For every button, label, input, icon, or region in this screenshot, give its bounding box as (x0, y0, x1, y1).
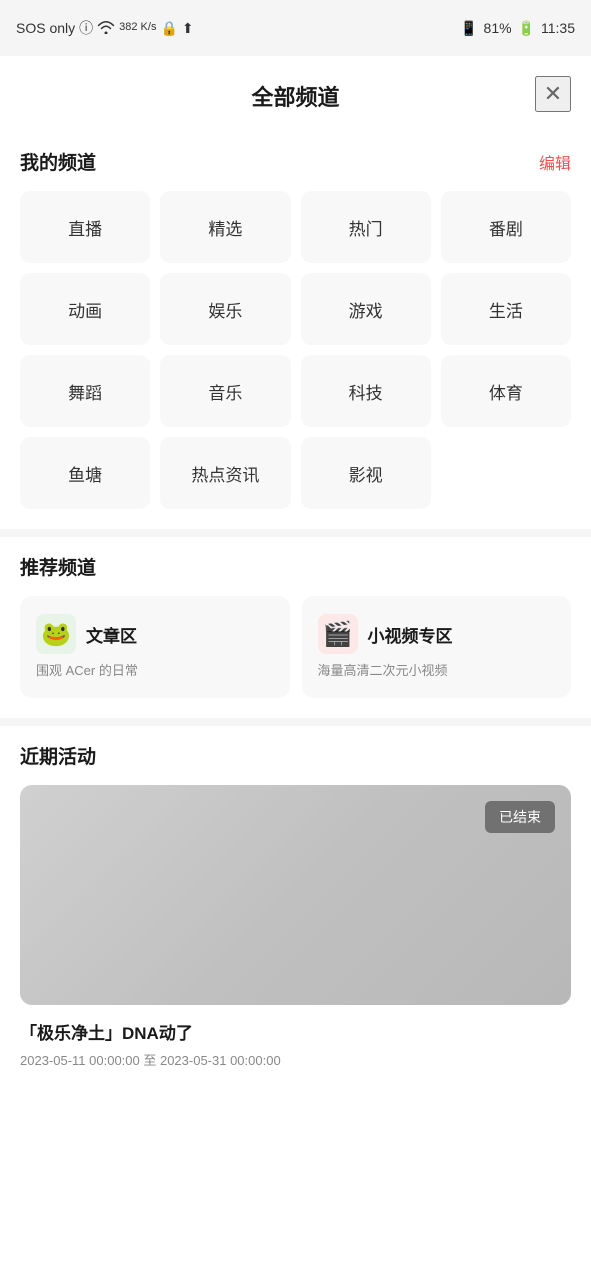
activity-name: 「极乐净土」DNA动了 (20, 1019, 571, 1044)
battery-icon: 🔋 (518, 20, 535, 37)
recommended-card-header: 🎬 小视频专区 (318, 614, 556, 654)
channel-item[interactable]: 娱乐 (160, 273, 290, 345)
status-bar: SOS only ⓘ 382 K/s 🔒 ⬆ 📱 81% 🔋 11:35 (0, 0, 591, 56)
channel-item[interactable]: 精选 (160, 191, 290, 263)
my-channels-section: 我的频道 编辑 直播精选热门番剧动画娱乐游戏生活舞蹈音乐科技体育鱼塘热点资讯影视 (0, 132, 591, 529)
rec-icon: 🐸 (36, 614, 76, 654)
recommended-section: 推荐频道 🐸 文章区围观 ACer 的日常 🎬 小视频专区海量高清二次元小视频 (0, 537, 591, 718)
main-content: 全部频道 ✕ 我的频道 编辑 直播精选热门番剧动画娱乐游戏生活舞蹈音乐科技体育鱼… (0, 56, 591, 1280)
recommended-card[interactable]: 🎬 小视频专区海量高清二次元小视频 (302, 596, 572, 698)
warning-icon: ⓘ (79, 18, 93, 38)
sim-icon: 📱 (460, 20, 477, 37)
divider-1 (0, 529, 591, 537)
channel-grid: 直播精选热门番剧动画娱乐游戏生活舞蹈音乐科技体育鱼塘热点资讯影视 (20, 191, 571, 509)
rec-title: 文章区 (86, 622, 137, 647)
my-channels-title: 我的频道 (20, 148, 96, 175)
status-left: SOS only ⓘ 382 K/s 🔒 ⬆ (16, 18, 194, 38)
channel-item[interactable]: 鱼塘 (20, 437, 150, 509)
recommended-header: 推荐频道 (20, 537, 571, 580)
channel-item[interactable]: 影视 (301, 437, 431, 509)
rec-icon: 🎬 (318, 614, 358, 654)
divider-2 (0, 718, 591, 726)
activity-info: 「极乐净土」DNA动了 2023-05-11 00:00:00 至 2023-0… (20, 1005, 571, 1075)
channel-item[interactable]: 动画 (20, 273, 150, 345)
channel-item[interactable]: 番剧 (441, 191, 571, 263)
my-channels-header: 我的频道 编辑 (20, 132, 571, 175)
rec-title: 小视频专区 (368, 622, 453, 647)
channel-item[interactable]: 游戏 (301, 273, 431, 345)
activity-header: 近期活动 (20, 726, 571, 769)
recommended-card-header: 🐸 文章区 (36, 614, 274, 654)
activity-section: 近期活动 已结束 「极乐净土」DNA动了 2023-05-11 00:00:00… (0, 726, 591, 1095)
wifi-icon (97, 20, 115, 37)
status-right: 📱 81% 🔋 11:35 (460, 20, 575, 37)
edit-button[interactable]: 编辑 (539, 150, 571, 174)
channel-item[interactable]: 音乐 (160, 355, 290, 427)
channel-item[interactable]: 科技 (301, 355, 431, 427)
sos-text: SOS only (16, 20, 75, 36)
time-display: 11:35 (541, 20, 575, 36)
activity-date: 2023-05-11 00:00:00 至 2023-05-31 00:00:0… (20, 1050, 571, 1069)
activity-title: 近期活动 (20, 747, 96, 768)
channel-item[interactable]: 生活 (441, 273, 571, 345)
rec-desc: 海量高清二次元小视频 (318, 662, 556, 680)
activity-card[interactable]: 已结束 (20, 785, 571, 1005)
channel-item[interactable]: 热点资讯 (160, 437, 290, 509)
recommended-title: 推荐频道 (20, 553, 96, 580)
channel-item[interactable]: 直播 (20, 191, 150, 263)
page-header: 全部频道 ✕ (0, 56, 591, 132)
close-button[interactable]: ✕ (535, 76, 571, 112)
recommended-grid: 🐸 文章区围观 ACer 的日常 🎬 小视频专区海量高清二次元小视频 (20, 596, 571, 698)
upload-icon: ⬆ (182, 20, 194, 37)
lock-icon: 🔒 (160, 20, 177, 37)
battery-percent: 81% (484, 20, 512, 36)
rec-desc: 围观 ACer 的日常 (36, 662, 274, 680)
channel-item[interactable]: 体育 (441, 355, 571, 427)
page-title: 全部频道 (251, 80, 339, 112)
channel-item[interactable]: 舞蹈 (20, 355, 150, 427)
channel-item[interactable]: 热门 (301, 191, 431, 263)
activity-badge: 已结束 (485, 801, 555, 833)
recommended-card[interactable]: 🐸 文章区围观 ACer 的日常 (20, 596, 290, 698)
speed-text: 382 K/s (119, 21, 156, 34)
